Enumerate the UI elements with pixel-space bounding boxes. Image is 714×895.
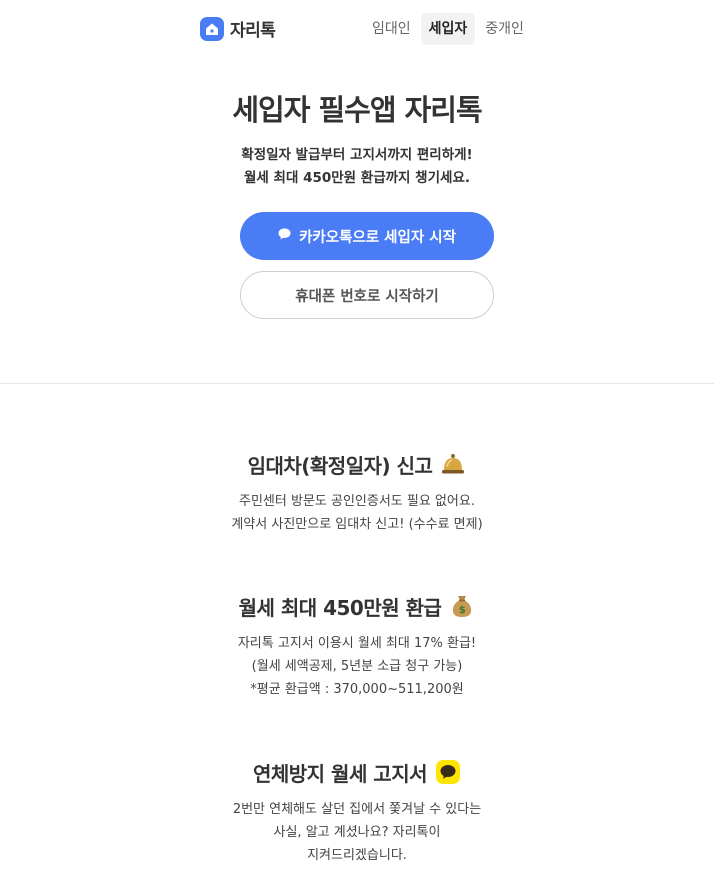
tab-landlord[interactable]: 임대인: [364, 13, 419, 45]
feature-description-line: 자리톡 고지서 이용시 월세 최대 17% 환급!: [237, 636, 477, 651]
feature-description-line: 2번만 연체해도 살던 집에서 쫓겨날 수 있다는: [232, 802, 482, 817]
feature-title-text: 월세 최대 450만원 환급: [238, 595, 442, 620]
feature-title-text: 연체방지 월세 고지서: [252, 761, 428, 786]
bell-icon: [440, 451, 466, 477]
logo-text: 자리톡: [230, 21, 276, 41]
feature-description: 2번만 연체해도 살던 집에서 쫓겨날 수 있다는 사실, 알고 계셨나요? 자…: [0, 798, 714, 867]
role-tabs: 임대인 세입자 중개인: [364, 13, 532, 45]
feature-description-line: (월세 세액공제, 5년분 소급 청구 가능): [251, 659, 463, 674]
section-divider: [0, 383, 714, 384]
phone-start-button[interactable]: 휴대폰 번호로 시작하기: [240, 271, 494, 319]
feature-description-line: 계약서 사진만으로 임대차 신고! (수수료 면제): [231, 517, 483, 532]
tab-tenant[interactable]: 세입자: [420, 13, 476, 45]
kakao-start-button[interactable]: 카카오톡으로 세입자 시작: [240, 212, 494, 260]
logo[interactable]: 자리톡: [200, 16, 276, 41]
feature-description-line: *평균 환급액 : 370,000~511,200원: [250, 682, 464, 697]
hero-subtitle-line: 월세 최대 450만원 환급까지 챙기세요.: [244, 170, 470, 186]
hero-subtitle: 확정일자 발급부터 고지서까지 편리하게! 월세 최대 450만원 환급까지 챙…: [0, 144, 714, 190]
chat-bubble-icon: [278, 228, 291, 244]
feature-description: 주민센터 방문도 공인인증서도 필요 없어요. 계약서 사진만으로 임대차 신고…: [0, 490, 714, 536]
feature-lease-report: 임대차(확정일자) 신고 주민센터 방문도 공인인증서도 필요 없어요. 계약서…: [0, 448, 714, 536]
feature-title-text: 임대차(확정일자) 신고: [247, 453, 433, 478]
svg-text:$: $: [459, 605, 466, 616]
kakao-start-label: 카카오톡으로 세입자 시작: [299, 229, 456, 246]
top-navigation-bar: 자리톡 임대인 세입자 중개인: [0, 0, 714, 56]
feature-title: 임대차(확정일자) 신고: [248, 448, 467, 480]
hero-subtitle-line: 확정일자 발급부터 고지서까지 편리하게!: [241, 147, 473, 163]
feature-rent-bill: 연체방지 월세 고지서 2번만 연체해도 살던 집에서 쫓겨날 수 있다는 사실…: [0, 756, 714, 867]
feature-description-line: 사실, 알고 계셨나요? 자리톡이: [273, 825, 441, 840]
page-title: 세입자 필수앱 자리톡: [232, 93, 482, 127]
feature-title: 연체방지 월세 고지서: [253, 756, 461, 788]
feature-description: 자리톡 고지서 이용시 월세 최대 17% 환급! (월세 세액공제, 5년분 …: [0, 632, 714, 701]
house-icon: [200, 16, 224, 41]
feature-title: 월세 최대 450만원 환급 $: [239, 590, 476, 622]
feature-description-line: 주민센터 방문도 공인인증서도 필요 없어요.: [239, 494, 475, 509]
feature-description-line: 지켜드리겠습니다.: [307, 848, 407, 863]
phone-start-label: 휴대폰 번호로 시작하기: [295, 288, 439, 305]
money-bag-icon: $: [449, 593, 475, 619]
hero-section: 세입자 필수앱 자리톡 확정일자 발급부터 고지서까지 편리하게! 월세 최대 …: [0, 88, 714, 190]
feature-rent-refund: 월세 최대 450만원 환급 $ 자리톡 고지서 이용시 월세 최대 17% 환…: [0, 590, 714, 701]
tab-agent[interactable]: 중개인: [477, 13, 532, 45]
chat-bubble-icon: [435, 759, 461, 785]
